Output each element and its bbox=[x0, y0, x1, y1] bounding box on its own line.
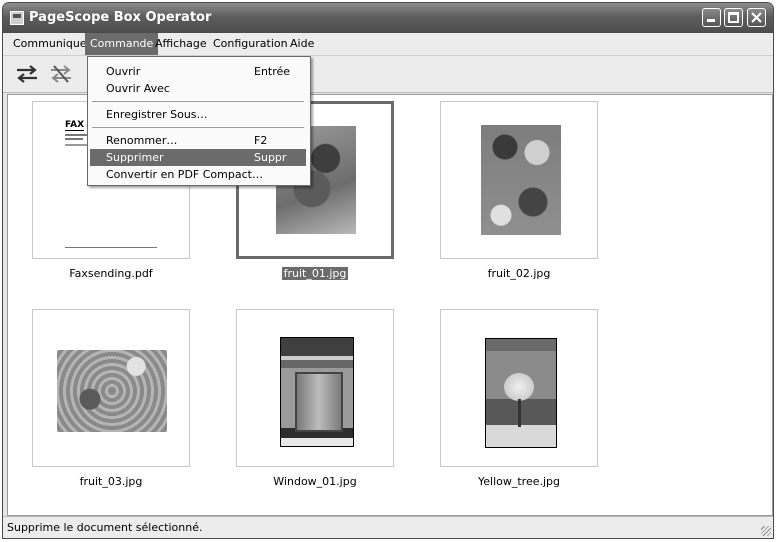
menu-bar: Communiquer Commande Affichage Configura… bbox=[3, 33, 773, 56]
tree-photo bbox=[485, 338, 557, 448]
status-text: Supprime le document sélectionné. bbox=[7, 521, 203, 534]
commande-dropdown: Ouvrir Entrée Ouvrir Avec Enregistrer So… bbox=[87, 56, 311, 186]
menu-aide[interactable]: Aide bbox=[285, 33, 319, 55]
maximize-button[interactable] bbox=[724, 8, 743, 27]
thumb-fruit-02[interactable] bbox=[440, 101, 598, 259]
file-name: fruit_01.jpg bbox=[281, 267, 349, 280]
file-name: Faxsending.pdf bbox=[69, 267, 153, 280]
close-button[interactable] bbox=[747, 8, 766, 27]
menu-separator bbox=[92, 101, 304, 102]
swap-arrows-icon bbox=[17, 65, 37, 83]
menu-item-convertir-pdf[interactable]: Convertir en PDF Compact… bbox=[90, 166, 306, 183]
thumb-yellow-tree[interactable] bbox=[440, 309, 598, 467]
menu-item-label: Renommer… bbox=[106, 134, 178, 147]
caption-faxsending[interactable]: Faxsending.pdf bbox=[31, 267, 191, 280]
menu-item-label: Convertir en PDF Compact… bbox=[106, 168, 263, 181]
file-name: Window_01.jpg bbox=[273, 475, 357, 488]
file-name: fruit_02.jpg bbox=[487, 267, 551, 280]
menu-configuration[interactable]: Configuration bbox=[208, 33, 293, 55]
menu-item-ouvrir[interactable]: Ouvrir Entrée bbox=[90, 63, 306, 80]
menu-item-shortcut: Entrée bbox=[254, 65, 291, 78]
resize-grip-icon[interactable] bbox=[761, 526, 771, 536]
menu-item-label: Supprimer bbox=[106, 151, 164, 164]
caption-window-01[interactable]: Window_01.jpg bbox=[235, 475, 395, 488]
close-icon bbox=[751, 12, 762, 23]
menu-affichage[interactable]: Affichage bbox=[150, 33, 212, 55]
fruit-photo bbox=[481, 125, 561, 235]
caption-fruit-03[interactable]: fruit_03.jpg bbox=[31, 475, 191, 488]
menu-item-shortcut: Suppr bbox=[254, 151, 287, 164]
menu-communiquer[interactable]: Communiquer bbox=[8, 33, 96, 55]
menu-commande[interactable]: Commande bbox=[85, 33, 159, 55]
file-name: fruit_03.jpg bbox=[79, 475, 143, 488]
caption-fruit-02[interactable]: fruit_02.jpg bbox=[439, 267, 599, 280]
fax-label: FAX bbox=[65, 120, 85, 131]
menu-item-label: Ouvrir bbox=[106, 65, 141, 78]
thumb-window-01[interactable] bbox=[236, 309, 394, 467]
caption-fruit-01[interactable]: fruit_01.jpg bbox=[235, 267, 395, 280]
transfer-button[interactable] bbox=[13, 62, 41, 86]
app-icon[interactable] bbox=[10, 11, 24, 25]
cancel-swap-icon bbox=[51, 65, 71, 83]
cancel-transfer-button[interactable] bbox=[47, 62, 75, 86]
menu-item-label: Ouvrir Avec bbox=[106, 82, 170, 95]
menu-item-enregistrer-sous[interactable]: Enregistrer Sous… bbox=[90, 106, 306, 123]
status-bar: Supprime le document sélectionné. bbox=[3, 516, 773, 538]
menu-item-label: Enregistrer Sous… bbox=[106, 108, 208, 121]
menu-item-ouvrir-avec[interactable]: Ouvrir Avec bbox=[90, 80, 306, 97]
menu-item-supprimer[interactable]: Supprimer Suppr bbox=[90, 149, 306, 166]
file-name: Yellow_tree.jpg bbox=[477, 475, 560, 488]
fruit-photo bbox=[57, 350, 167, 432]
window-photo bbox=[280, 337, 354, 447]
thumb-fruit-03[interactable] bbox=[32, 309, 190, 467]
menu-item-shortcut: F2 bbox=[254, 134, 268, 147]
title-bar[interactable]: PageScope Box Operator bbox=[3, 3, 773, 33]
menu-item-renommer[interactable]: Renommer… F2 bbox=[90, 132, 306, 149]
caption-yellow-tree[interactable]: Yellow_tree.jpg bbox=[439, 475, 599, 488]
menu-separator bbox=[92, 127, 304, 128]
minimize-button[interactable] bbox=[702, 8, 721, 27]
window-title: PageScope Box Operator bbox=[29, 10, 212, 25]
app-window: PageScope Box Operator Communiquer Comma… bbox=[2, 2, 774, 539]
